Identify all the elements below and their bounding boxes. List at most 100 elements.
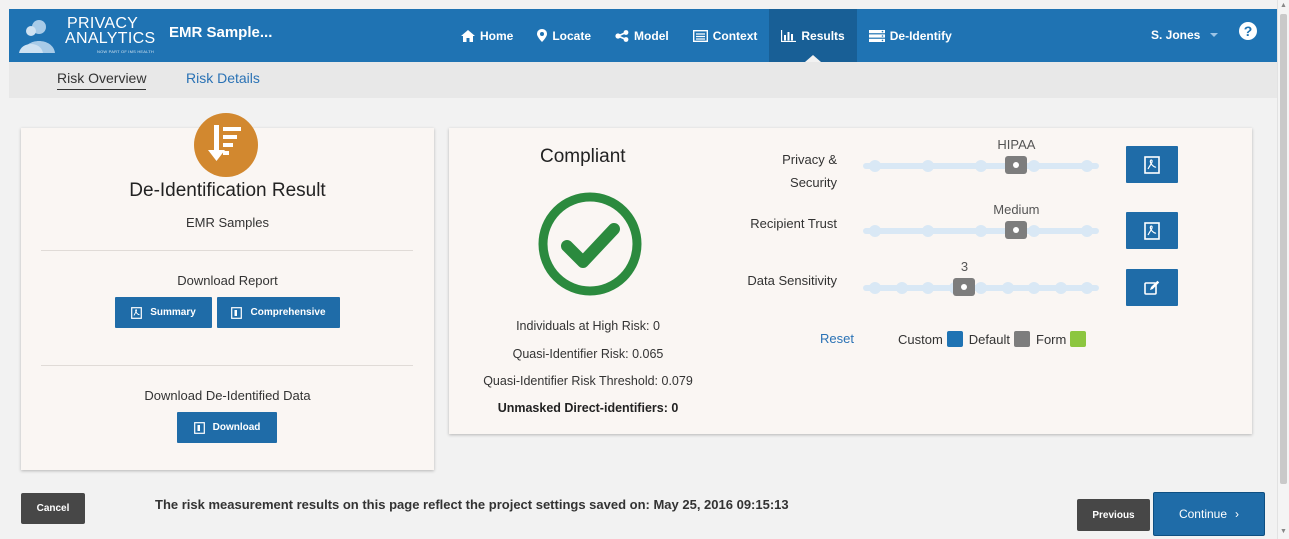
- slider-label-data-sensitivity: Data Sensitivity: [727, 269, 837, 292]
- project-title[interactable]: EMR Sample...: [169, 24, 272, 41]
- privacy-security-slider[interactable]: [863, 156, 1099, 174]
- document-icon: [231, 306, 243, 319]
- recipient-trust-slider[interactable]: [863, 221, 1099, 239]
- check-circle-icon: [538, 192, 642, 296]
- trust-pdf-button[interactable]: [1126, 212, 1178, 249]
- slider-label-line: Recipient Trust: [750, 216, 837, 231]
- nav-context-label: Context: [712, 28, 758, 43]
- download-button-label: Download: [212, 422, 261, 433]
- pdf-icon: [1144, 155, 1160, 174]
- cancel-button[interactable]: Cancel: [21, 493, 85, 524]
- sensitivity-edit-button[interactable]: [1126, 269, 1178, 306]
- pdf-icon: [131, 306, 143, 319]
- nav-results-label: Results: [801, 28, 845, 43]
- slider-label-line: Privacy &: [782, 152, 837, 167]
- previous-button[interactable]: Previous: [1077, 499, 1150, 531]
- slider-tick: [922, 225, 934, 237]
- logo-figure-icon: [19, 20, 55, 53]
- nav-home-label: Home: [480, 28, 514, 43]
- nav-results[interactable]: Results: [769, 9, 857, 62]
- location-pin-icon: [537, 29, 548, 42]
- divider: [41, 365, 413, 366]
- top-navbar: PRIVACY ANALYTICS NOW PART OF IMS HEALTH…: [9, 9, 1279, 62]
- home-icon: [461, 29, 475, 42]
- slider-tick: [1028, 225, 1040, 237]
- result-title: De-Identification Result: [129, 180, 326, 201]
- scroll-thumb[interactable]: [1280, 14, 1287, 484]
- document-icon: [193, 421, 205, 434]
- summary-button[interactable]: Summary: [115, 297, 212, 328]
- tab-risk-overview[interactable]: Risk Overview: [57, 70, 147, 90]
- reset-link[interactable]: Reset: [820, 331, 854, 346]
- edit-icon: [1144, 280, 1160, 295]
- tab-risk-details[interactable]: Risk Details: [186, 70, 260, 89]
- data-sensitivity-slider[interactable]: [863, 278, 1099, 296]
- slider-thumb[interactable]: [953, 278, 976, 296]
- slider-label-recipient-trust: Recipient Trust: [727, 212, 837, 235]
- slider-legend: Custom Default Form: [898, 331, 1092, 347]
- page-scrollbar[interactable]: ▲ ▼: [1277, 0, 1289, 539]
- continue-button[interactable]: Continue ›: [1153, 492, 1265, 536]
- slider-value-sensitivity: 3: [960, 259, 969, 274]
- nav-context[interactable]: Context: [681, 9, 770, 62]
- slider-tick: [1081, 160, 1093, 172]
- stat-high-risk: Individuals at High Risk: 0: [516, 319, 660, 333]
- chevron-down-icon: [1210, 33, 1219, 37]
- nav-model[interactable]: Model: [603, 9, 681, 62]
- slider-tick: [922, 160, 934, 172]
- slider-tick: [975, 225, 987, 237]
- user-name: S. Jones: [1151, 28, 1201, 42]
- stat-qi-risk: Quasi-Identifier Risk: 0.065: [512, 347, 664, 361]
- privacy-pdf-button[interactable]: [1126, 146, 1178, 183]
- slider-tick: [869, 225, 881, 237]
- user-menu[interactable]: S. Jones: [1151, 28, 1219, 42]
- nav-home[interactable]: Home: [449, 9, 525, 62]
- slider-tick: [975, 160, 987, 172]
- privacy-analytics-logo[interactable]: PRIVACY ANALYTICS NOW PART OF IMS HEALTH: [19, 13, 159, 59]
- slider-label-privacy-security: Privacy & Security: [727, 148, 837, 194]
- slider-thumb[interactable]: [1005, 156, 1028, 174]
- slider-value-privacy: HIPAA: [997, 137, 1036, 152]
- legend-form-label: Form: [1036, 331, 1067, 347]
- slider-tick: [869, 282, 881, 294]
- continue-button-label: Continue: [1178, 507, 1228, 521]
- slider-tick: [1028, 160, 1040, 172]
- share-icon: [615, 29, 629, 42]
- bar-chart-icon: [781, 29, 797, 42]
- slider-tick: [869, 160, 881, 172]
- main-nav: Home Locate Model Context Results De-Ide…: [449, 9, 964, 62]
- slider-label-line: Security: [790, 175, 837, 190]
- nav-locate-label: Locate: [552, 28, 592, 43]
- settings-saved-message: The risk measurement results on this pag…: [155, 497, 789, 512]
- server-icon: [868, 29, 885, 42]
- slider-label-line: Data Sensitivity: [747, 273, 837, 288]
- slider-tick: [1081, 282, 1093, 294]
- legend-custom-swatch: [946, 331, 963, 347]
- de-identification-result-card: De-Identification Result EMR Samples Dow…: [21, 113, 434, 470]
- summary-button-label: Summary: [150, 307, 196, 318]
- logo-tagline: NOW PART OF IMS HEALTH: [97, 49, 154, 54]
- stat-qi-threshold: Quasi-Identifier Risk Threshold: 0.079: [483, 374, 693, 388]
- legend-default-label: Default: [968, 331, 1010, 347]
- nav-de-identify-label: De-Identify: [889, 28, 952, 43]
- help-icon[interactable]: ?: [1239, 22, 1257, 40]
- slider-value-trust: Medium: [993, 202, 1040, 217]
- legend-default-swatch: [1014, 331, 1030, 347]
- scroll-down-icon[interactable]: ▼: [1280, 528, 1287, 535]
- slider-thumb[interactable]: [1005, 221, 1028, 239]
- legend-form-swatch: [1070, 331, 1087, 347]
- list-box-icon: [692, 29, 708, 42]
- comprehensive-button[interactable]: Comprehensive: [217, 297, 340, 328]
- download-button[interactable]: Download: [177, 412, 277, 443]
- sort-descending-icon: [194, 113, 258, 177]
- nav-de-identify[interactable]: De-Identify: [857, 9, 964, 62]
- results-subtabs: Risk Overview Risk Details: [9, 62, 1279, 98]
- pdf-icon: [1144, 221, 1160, 240]
- logo-text-analytics: ANALYTICS: [65, 30, 156, 47]
- scroll-up-icon[interactable]: ▲: [1280, 2, 1287, 9]
- nav-locate[interactable]: Locate: [525, 9, 603, 62]
- slider-tick: [975, 282, 987, 294]
- stat-unmasked: Unmasked Direct-identifiers: 0: [497, 401, 679, 415]
- slider-tick: [1054, 282, 1067, 294]
- nav-model-label: Model: [634, 28, 669, 43]
